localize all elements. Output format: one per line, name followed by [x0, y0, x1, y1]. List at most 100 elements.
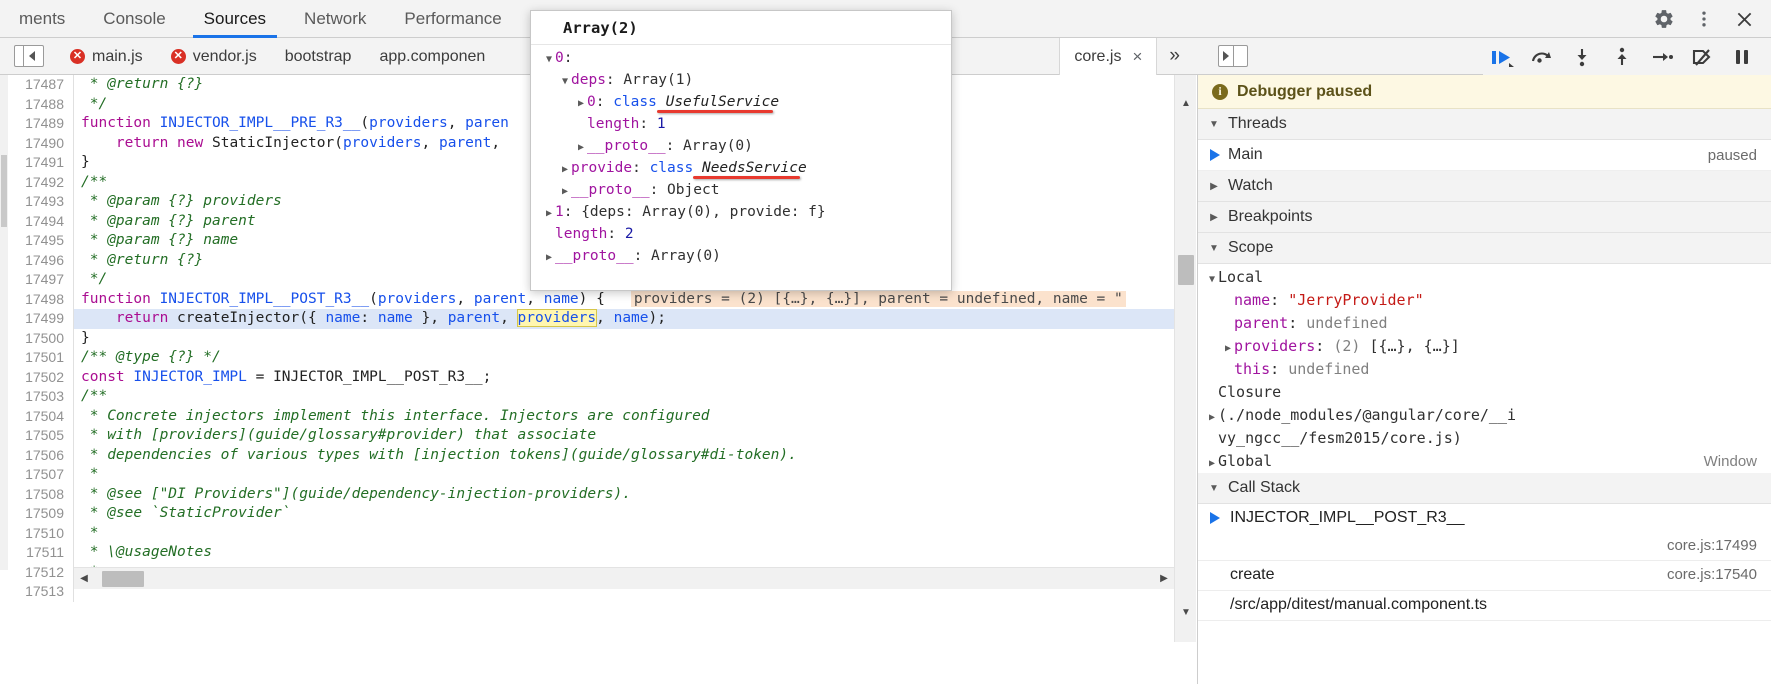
chevron-down-icon[interactable]: ▼ — [1206, 268, 1218, 291]
chevron-right-icon[interactable]: ▶ — [575, 137, 587, 159]
chevron-down-icon[interactable]: ▼ — [559, 71, 571, 93]
chevron-right-icon[interactable]: ▶ — [1206, 452, 1218, 475]
editor-left-scrollbar[interactable] — [0, 75, 8, 570]
close-tab-icon[interactable]: × — [1132, 38, 1142, 75]
resume-button[interactable] — [1483, 40, 1521, 74]
line-number[interactable]: 17510 — [0, 524, 74, 544]
line-number[interactable]: 17494 — [0, 212, 74, 232]
code-line[interactable]: 17502const INJECTOR_IMPL = INJECTOR_IMPL… — [0, 368, 1196, 388]
popover-property-row[interactable]: ▶0: class UsefulService — [531, 91, 951, 113]
editor-vertical-scrollbar[interactable]: ▲ ▼ — [1174, 75, 1196, 642]
line-number[interactable]: 17500 — [0, 329, 74, 349]
line-number[interactable]: 17512 — [0, 563, 74, 583]
line-number[interactable]: 17505 — [0, 426, 74, 446]
line-number[interactable]: 17492 — [0, 173, 74, 193]
file-tab-vendor-js[interactable]: ✕vendor.js — [157, 38, 271, 75]
step-button[interactable] — [1643, 40, 1681, 74]
section-scope[interactable]: ▼ Scope — [1198, 233, 1771, 264]
line-number[interactable]: 17493 — [0, 192, 74, 212]
code-line[interactable]: 17504 * Concrete injectors implement thi… — [0, 407, 1196, 427]
object-value-popover[interactable]: Array(2) ▼0:▼deps: Array(1)▶0: class Use… — [530, 10, 952, 291]
line-number[interactable]: 17507 — [0, 465, 74, 485]
line-number[interactable]: 17488 — [0, 95, 74, 115]
line-number[interactable]: 17508 — [0, 485, 74, 505]
scroll-left-icon[interactable]: ◀ — [74, 568, 94, 590]
chevron-right-icon[interactable]: ▶ — [1222, 337, 1234, 360]
step-over-button[interactable] — [1523, 40, 1561, 74]
line-number[interactable]: 17511 — [0, 543, 74, 563]
kebab-menu-icon[interactable] — [1687, 2, 1721, 36]
popover-property-row[interactable]: length: 1 — [531, 113, 951, 135]
code-line[interactable]: 17503/** — [0, 387, 1196, 407]
chevron-right-icon[interactable]: ▶ — [559, 181, 571, 203]
section-watch[interactable]: ▶ Watch — [1198, 171, 1771, 202]
line-number[interactable]: 17497 — [0, 270, 74, 290]
code-line[interactable]: 17509 * @see `StaticProvider` — [0, 504, 1196, 524]
step-into-button[interactable] — [1563, 40, 1601, 74]
section-breakpoints[interactable]: ▶ Breakpoints — [1198, 202, 1771, 233]
popover-property-row[interactable]: ▶__proto__: Object — [531, 179, 951, 201]
scope-entry[interactable]: ▶(./node_modules/@angular/core/__i — [1198, 404, 1771, 427]
editor-vscroll-thumb[interactable] — [1178, 255, 1194, 285]
chevron-right-icon[interactable]: ▶ — [543, 247, 555, 269]
popover-property-row[interactable]: ▼deps: Array(1) — [531, 69, 951, 91]
scope-entry[interactable]: vy_ngcc__/fesm2015/core.js) — [1198, 427, 1771, 450]
line-number[interactable]: 17499 — [0, 309, 74, 329]
line-number[interactable]: 17504 — [0, 407, 74, 427]
panel-tab-sources[interactable]: Sources — [185, 0, 285, 38]
popover-property-row[interactable]: ▼0: — [531, 47, 951, 69]
chevron-right-icon[interactable]: ▶ — [575, 93, 587, 115]
line-number[interactable]: 17506 — [0, 446, 74, 466]
scope-entry[interactable]: Closure — [1198, 381, 1771, 404]
file-tab-main-js[interactable]: ✕main.js — [56, 38, 157, 75]
panel-tab-performance[interactable]: Performance — [385, 0, 520, 38]
line-number[interactable]: 17513 — [0, 582, 74, 602]
chevron-right-icon[interactable]: ▶ — [559, 159, 571, 181]
line-number[interactable]: 17501 — [0, 348, 74, 368]
editor-horizontal-scrollbar[interactable]: ◀ ▶ — [74, 567, 1174, 589]
line-number[interactable]: 17498 — [0, 290, 74, 310]
popover-property-row[interactable]: length: 2 — [531, 223, 951, 245]
thread-main-row[interactable]: Main paused — [1198, 140, 1771, 171]
step-out-button[interactable] — [1603, 40, 1641, 74]
scope-entry[interactable]: parent: undefined — [1198, 312, 1771, 335]
popover-property-row[interactable]: ▶__proto__: Array(0) — [531, 245, 951, 267]
chevron-right-icon[interactable]: ▶ — [1206, 406, 1218, 429]
code-line[interactable]: 17499 return createInjector({ name: name… — [0, 309, 1196, 329]
line-number[interactable]: 17491 — [0, 153, 74, 173]
editor-left-scroll-thumb[interactable] — [1, 155, 7, 227]
file-tab-bootstrap[interactable]: bootstrap — [271, 38, 366, 75]
scope-entry[interactable]: this: undefined — [1198, 358, 1771, 381]
call-stack-frame[interactable]: createcore.js:17540 — [1198, 561, 1771, 591]
line-number[interactable]: 17490 — [0, 134, 74, 154]
popover-property-row[interactable]: ▶provide: class NeedsService — [531, 157, 951, 179]
panel-tab-console[interactable]: Console — [84, 0, 184, 38]
code-line[interactable]: 17505 * with [providers](guide/glossary#… — [0, 426, 1196, 446]
editor-hscroll-thumb[interactable] — [102, 571, 144, 587]
scope-entry[interactable]: name: "JerryProvider" — [1198, 289, 1771, 312]
pause-on-exceptions-button[interactable] — [1723, 40, 1761, 74]
popover-property-row[interactable]: ▶1: {deps: Array(0), provide: f} — [531, 201, 951, 223]
code-line[interactable]: 17508 * @see ["DI Providers"](guide/depe… — [0, 485, 1196, 505]
code-line[interactable]: 17498function INJECTOR_IMPL__POST_R3__(p… — [0, 290, 1196, 310]
file-tab-app-componen[interactable]: app.componen — [365, 38, 499, 75]
call-stack-frame[interactable]: /src/app/ditest/manual.component.ts — [1198, 591, 1771, 621]
line-number[interactable]: 17496 — [0, 251, 74, 271]
call-stack-frame[interactable]: INJECTOR_IMPL__POST_R3__core.js:17499 — [1198, 504, 1771, 561]
show-navigator-icon[interactable] — [14, 45, 44, 67]
line-number[interactable]: 17495 — [0, 231, 74, 251]
scope-entry[interactable]: ▼Local — [1198, 266, 1771, 289]
settings-gear-icon[interactable] — [1647, 2, 1681, 36]
chevron-right-icon[interactable]: ▶ — [543, 203, 555, 225]
code-line[interactable]: 17511 * \@usageNotes — [0, 543, 1196, 563]
scroll-down-icon[interactable]: ▼ — [1175, 602, 1197, 622]
code-line[interactable]: 17500} — [0, 329, 1196, 349]
scroll-right-icon[interactable]: ▶ — [1154, 568, 1174, 590]
line-number[interactable]: 17502 — [0, 368, 74, 388]
code-line[interactable]: 17507 * — [0, 465, 1196, 485]
deactivate-breakpoints-button[interactable] — [1683, 40, 1721, 74]
show-debugger-icon[interactable] — [1218, 45, 1248, 67]
section-threads[interactable]: ▼ Threads — [1198, 109, 1771, 140]
file-tab-core-js[interactable]: core.js× — [1059, 38, 1157, 75]
chevron-down-icon[interactable]: ▼ — [543, 49, 555, 71]
